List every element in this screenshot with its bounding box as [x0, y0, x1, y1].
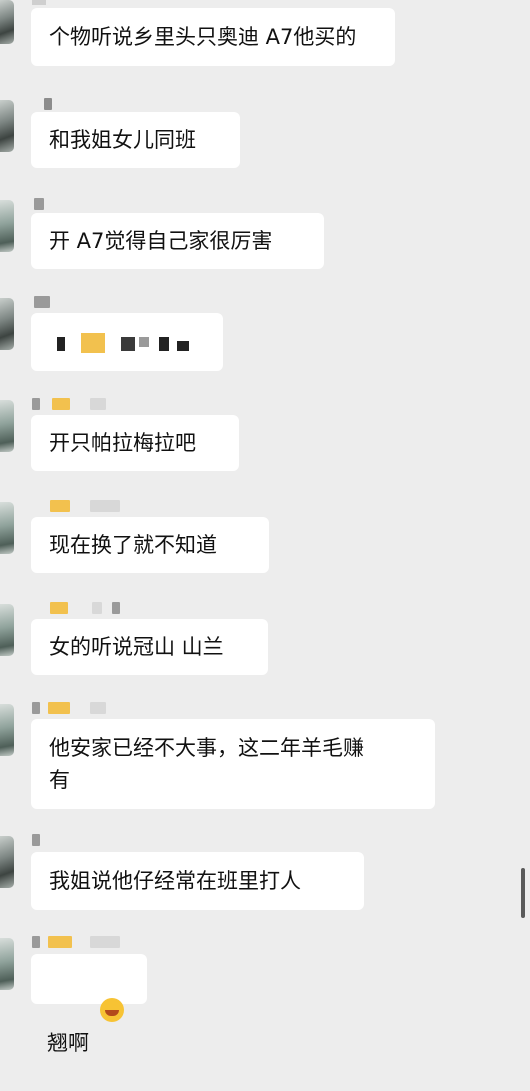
message-bubble[interactable]: 我姐说他仔经常在班里打人: [31, 852, 364, 910]
message-bubble[interactable]: 开只帕拉梅拉吧: [31, 415, 239, 471]
message-text: 开只帕拉梅拉吧: [49, 431, 196, 455]
message-text: 女的听说冠山 山兰: [49, 635, 224, 659]
message-bubble[interactable]: 和我姐女儿同班: [31, 112, 240, 168]
avatar[interactable]: [0, 836, 14, 888]
message-text: 和我姐女儿同班: [49, 128, 196, 152]
message-bubble[interactable]: 他安家已经不大事，这二年羊毛赚 有: [31, 719, 435, 809]
avatar[interactable]: [0, 502, 14, 554]
laughing-crying-emoji-icon: [100, 998, 125, 1022]
message-text: 现在换了就不知道: [49, 533, 217, 557]
message-text: 我姐说他仔经常在班里打人: [49, 869, 301, 893]
scrollbar[interactable]: [521, 868, 525, 918]
avatar[interactable]: [0, 0, 14, 44]
message-text: 翘啊: [47, 1031, 89, 1055]
message-bubble[interactable]: 现在换了就不知道: [31, 517, 269, 573]
message-bubble[interactable]: 翘啊: [31, 954, 147, 1055]
message-bubble[interactable]: 开 A7觉得自己家很厉害: [31, 213, 324, 269]
avatar[interactable]: [0, 938, 14, 990]
avatar[interactable]: [0, 298, 14, 350]
pixelated-name: [32, 0, 46, 5]
avatar[interactable]: [0, 604, 14, 656]
avatar[interactable]: [0, 400, 14, 452]
pixelated-message-bubble[interactable]: [31, 313, 223, 371]
message-bubble[interactable]: 女的听说冠山 山兰: [31, 619, 268, 675]
avatar[interactable]: [0, 704, 14, 756]
message-text: 他安家已经不大事，这二年羊毛赚 有: [49, 736, 364, 792]
message-text: 个物听说乡里头只奥迪 A7他买的: [49, 25, 357, 49]
message-bubble[interactable]: 个物听说乡里头只奥迪 A7他买的: [31, 8, 395, 66]
avatar[interactable]: [0, 200, 14, 252]
message-text: 开 A7觉得自己家很厉害: [49, 229, 273, 253]
message-content: 翘啊: [47, 963, 129, 1091]
avatar[interactable]: [0, 100, 14, 152]
